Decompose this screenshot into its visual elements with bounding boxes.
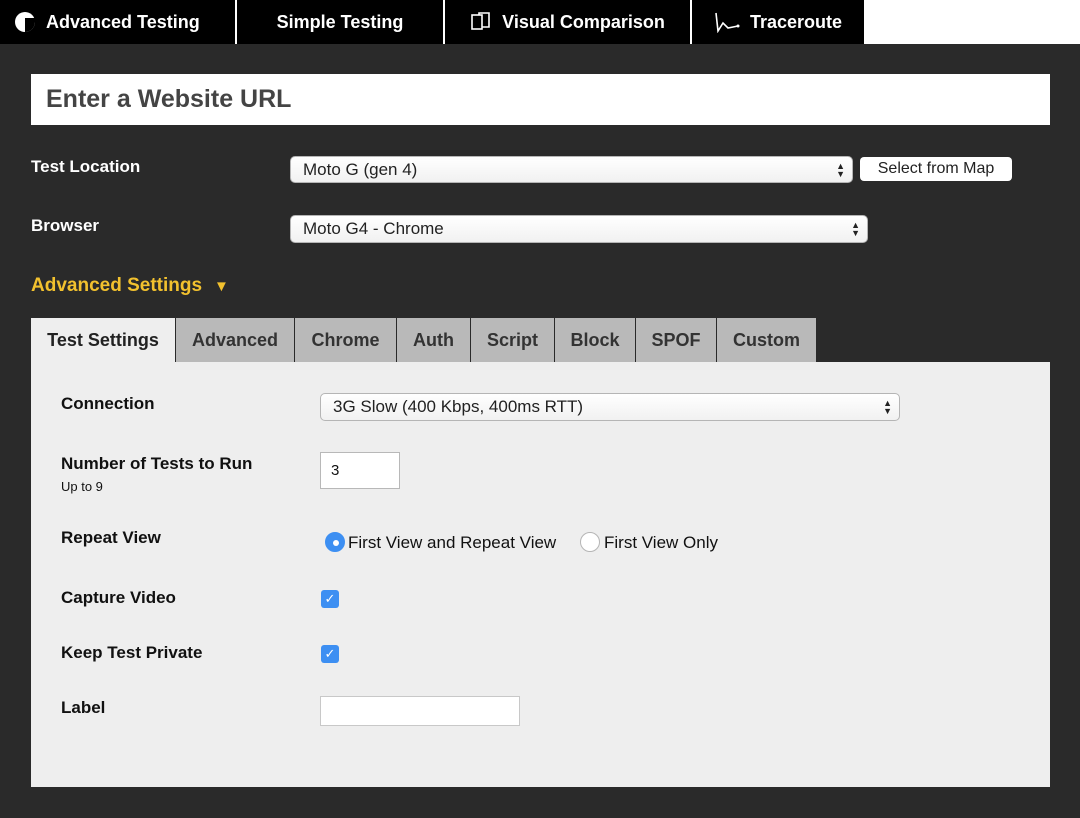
browser-select[interactable]: Moto G4 - Chrome ▲ ▼ — [290, 215, 868, 243]
repeat-view-label: Repeat View — [61, 528, 161, 547]
radio-first-view-only-label[interactable]: First View Only — [604, 533, 718, 553]
tab-spof[interactable]: SPOF — [636, 318, 717, 362]
test-location-value: Moto G (gen 4) — [303, 159, 418, 179]
top-tab-bar: Advanced Testing Simple Testing Visual C… — [0, 0, 1080, 44]
connection-select[interactable]: 3G Slow (400 Kbps, 400ms RTT) ▲ ▼ — [320, 393, 900, 421]
keep-private-checkbox[interactable]: ✓ — [321, 645, 339, 663]
num-tests-sublabel: Up to 9 — [61, 479, 103, 494]
test-location-select[interactable]: Moto G (gen 4) ▲ ▼ — [290, 156, 853, 183]
select-arrows-icon: ▲ ▼ — [883, 398, 892, 416]
browser-label: Browser — [31, 216, 100, 235]
webpagetest-logo-icon — [14, 11, 36, 33]
num-tests-value: 3 — [331, 462, 340, 479]
capture-video-checkbox[interactable]: ✓ — [321, 590, 339, 608]
tab-label: Visual Comparison — [502, 11, 665, 32]
select-arrows-icon: ▲ ▼ — [851, 220, 860, 238]
website-url-input[interactable] — [31, 74, 1050, 125]
tab-block[interactable]: Block — [555, 318, 636, 362]
checkmark-icon: ✓ — [324, 591, 336, 606]
test-settings-panel — [31, 362, 1050, 787]
compare-pages-icon — [470, 12, 492, 32]
capture-video-label: Capture Video — [61, 588, 176, 607]
advanced-settings-label: Advanced Settings — [31, 275, 203, 296]
label-field-label: Label — [61, 698, 106, 717]
tab-visual-comparison[interactable]: Visual Comparison — [445, 0, 691, 44]
advanced-settings-toggle[interactable]: Advanced Settings ▼ — [31, 275, 229, 297]
browser-value: Moto G4 - Chrome — [303, 219, 444, 238]
num-tests-input[interactable]: 3 — [320, 452, 400, 489]
tab-chrome[interactable]: Chrome — [295, 318, 397, 362]
tab-traceroute[interactable]: Traceroute — [692, 0, 864, 44]
traceroute-icon — [714, 11, 740, 33]
tab-auth[interactable]: Auth — [397, 318, 471, 362]
checkmark-icon: ✓ — [324, 646, 336, 661]
num-tests-label: Number of Tests to Run — [61, 454, 253, 473]
radio-first-view-only[interactable] — [580, 532, 600, 552]
radio-first-and-repeat-view-label[interactable]: First View and Repeat View — [348, 533, 556, 553]
triangle-down-icon: ▼ — [214, 277, 229, 295]
tab-label: Traceroute — [749, 11, 843, 32]
select-from-map-button[interactable]: Select from Map — [860, 157, 1012, 181]
select-arrows-icon: ▲ ▼ — [836, 160, 845, 179]
tab-advanced[interactable]: Advanced — [176, 318, 295, 362]
tab-test-settings[interactable]: Test Settings — [31, 318, 176, 363]
test-location-label: Test Location — [31, 157, 141, 176]
connection-label: Connection — [61, 394, 155, 413]
label-input[interactable] — [320, 696, 520, 726]
tab-advanced-testing[interactable]: Advanced Testing — [0, 0, 236, 44]
tab-label: Advanced Testing — [46, 11, 200, 32]
keep-private-label: Keep Test Private — [61, 643, 203, 662]
tab-simple-testing[interactable]: Simple Testing — [237, 0, 444, 44]
tab-custom[interactable]: Custom — [717, 318, 816, 362]
tab-label: Simple Testing — [276, 11, 404, 32]
radio-first-and-repeat-view[interactable] — [325, 532, 345, 552]
tab-script[interactable]: Script — [471, 318, 555, 362]
connection-value: 3G Slow (400 Kbps, 400ms RTT) — [333, 397, 584, 416]
